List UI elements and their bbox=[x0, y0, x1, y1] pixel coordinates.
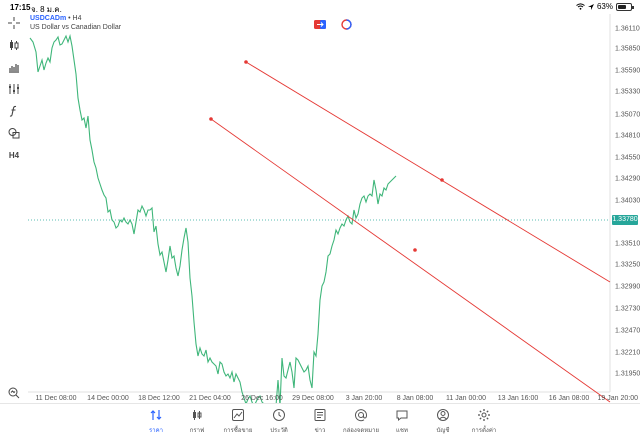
function-icon bbox=[9, 105, 17, 117]
function-tool[interactable] bbox=[4, 102, 24, 120]
nav-label: กราฟ bbox=[189, 428, 205, 434]
price-axis-label: 1.34550 bbox=[615, 155, 640, 162]
channel-anchor-point[interactable] bbox=[440, 178, 444, 182]
one-click-trade-icon bbox=[314, 19, 326, 29]
time-axis-label: 14 Dec 00:00 bbox=[87, 395, 129, 402]
time-axis-label: 8 Jan 08:00 bbox=[397, 395, 434, 402]
news-icon bbox=[314, 409, 326, 421]
settings-icon bbox=[478, 409, 490, 421]
channel-upper-line bbox=[245, 61, 611, 283]
crosshair-tool[interactable] bbox=[4, 14, 24, 32]
shapes-icon bbox=[8, 128, 20, 139]
channel-anchor-point[interactable] bbox=[209, 117, 213, 121]
price-axis-label: 1.32730 bbox=[615, 306, 640, 313]
nav-label: การซื้อขาย bbox=[223, 428, 253, 434]
left-toolbar: H4 bbox=[0, 14, 28, 414]
nav-history[interactable]: ประวัติ bbox=[257, 408, 301, 435]
nav-settings[interactable]: การตั้งค่า bbox=[462, 408, 506, 435]
nav-label: ราคา bbox=[149, 428, 163, 434]
price-series-line bbox=[29, 33, 397, 403]
price-axis-label: 1.32470 bbox=[615, 328, 640, 335]
bottom-navigation: ราคา กราฟ การซื้อขาย ประวัติ ข่าว กล่องจ… bbox=[0, 403, 640, 447]
price-axis-label: 1.32210 bbox=[615, 350, 640, 357]
crosshair-icon bbox=[8, 17, 20, 29]
price-axis-label: 1.35850 bbox=[615, 46, 640, 53]
time-axis-label: 13 Jan 16:00 bbox=[498, 395, 539, 402]
symbol-timeframe[interactable]: H4 bbox=[73, 15, 82, 22]
nav-label: บัญชี bbox=[436, 428, 450, 434]
nav-label: กล่องจดหมาย bbox=[342, 428, 380, 434]
depth-of-market-icon bbox=[340, 18, 352, 30]
search-chart-icon bbox=[8, 387, 20, 399]
price-axis-label: 1.35070 bbox=[615, 112, 640, 119]
timeframe-button[interactable]: H4 bbox=[4, 146, 24, 164]
time-axis-label: 26 Dec 16:00 bbox=[241, 395, 283, 402]
nav-label: การตั้งค่า bbox=[471, 428, 497, 434]
nav-chart[interactable]: กราฟ bbox=[175, 408, 219, 435]
nav-label: ข่าว bbox=[314, 428, 326, 434]
nav-account[interactable]: บัญชี bbox=[421, 408, 465, 435]
channel-anchor-point[interactable] bbox=[413, 248, 417, 252]
nav-news[interactable]: ข่าว bbox=[298, 408, 342, 435]
account-icon bbox=[437, 409, 449, 421]
price-axis-label: 1.33510 bbox=[615, 241, 640, 248]
bars-tool[interactable] bbox=[4, 58, 24, 76]
one-click-trade-button[interactable] bbox=[314, 19, 326, 29]
nav-quotes[interactable]: ราคา bbox=[134, 408, 178, 435]
candles-icon bbox=[10, 40, 19, 50]
history-icon bbox=[273, 409, 285, 421]
indicators-icon bbox=[9, 84, 19, 94]
time-axis: 11 Dec 08:00 14 Dec 00:00 18 Dec 12:00 21 D… bbox=[35, 395, 638, 402]
nav-trade[interactable]: การซื้อขาย bbox=[216, 408, 260, 435]
time-axis-label: 19 Jan 20:00 bbox=[598, 395, 639, 402]
trade-icon bbox=[232, 409, 244, 421]
nav-mailbox[interactable]: กล่องจดหมาย bbox=[339, 408, 383, 435]
price-axis-label: 1.32990 bbox=[615, 284, 640, 291]
chart-icon bbox=[193, 410, 202, 420]
price-axis-label: 1.31950 bbox=[615, 371, 640, 378]
bars-icon bbox=[9, 64, 19, 73]
symbol-name[interactable]: USDCADm bbox=[30, 15, 66, 22]
chat-icon bbox=[396, 410, 408, 422]
price-axis-label: 1.34810 bbox=[615, 133, 640, 140]
price-axis-label: 1.34030 bbox=[615, 198, 640, 205]
time-axis-label: 11 Jan 00:00 bbox=[446, 395, 486, 402]
time-axis-label: 11 Dec 08:00 bbox=[35, 395, 76, 402]
time-axis-label: 18 Dec 12:00 bbox=[138, 395, 180, 402]
time-axis-label: 29 Dec 08:00 bbox=[292, 395, 334, 402]
symbol-separator: • bbox=[68, 15, 71, 22]
indicators-tool[interactable] bbox=[4, 80, 24, 98]
price-axis: 1.36110 1.35850 1.35590 1.35330 1.35070 1.348… bbox=[615, 26, 640, 378]
price-axis-label: 1.34290 bbox=[615, 176, 640, 183]
price-axis-label: 1.35590 bbox=[615, 68, 640, 75]
current-price-tag: 1.33780 bbox=[612, 215, 638, 225]
symbol-description: US Dollar vs Canadian Dollar bbox=[30, 24, 122, 31]
channel-anchor-point[interactable] bbox=[244, 60, 248, 64]
shapes-tool[interactable] bbox=[4, 124, 24, 142]
candles-tool[interactable] bbox=[4, 36, 24, 54]
time-axis-label: 21 Dec 04:00 bbox=[189, 395, 231, 402]
price-chart[interactable]: 1.36110 1.35850 1.35590 1.35330 1.35070 1.348… bbox=[0, 0, 640, 403]
price-axis-label: 1.36110 bbox=[615, 26, 640, 33]
nav-label: ประวัติ bbox=[270, 428, 288, 434]
price-axis-label: 1.33250 bbox=[615, 262, 640, 269]
time-axis-label: 16 Jan 08:00 bbox=[549, 395, 590, 402]
price-axis-label: 1.35330 bbox=[615, 89, 640, 96]
symbol-header[interactable]: USDCADm • H4 US Dollar vs Canadian Dolla… bbox=[30, 14, 121, 32]
nav-label: แชท bbox=[396, 428, 408, 434]
chart-trade-buttons bbox=[314, 18, 352, 30]
depth-of-market-button[interactable] bbox=[340, 18, 352, 30]
quotes-icon bbox=[150, 410, 162, 420]
mail-icon bbox=[355, 409, 368, 422]
nav-chat[interactable]: แชท bbox=[380, 408, 424, 435]
time-axis-label: 3 Jan 20:00 bbox=[346, 395, 383, 402]
